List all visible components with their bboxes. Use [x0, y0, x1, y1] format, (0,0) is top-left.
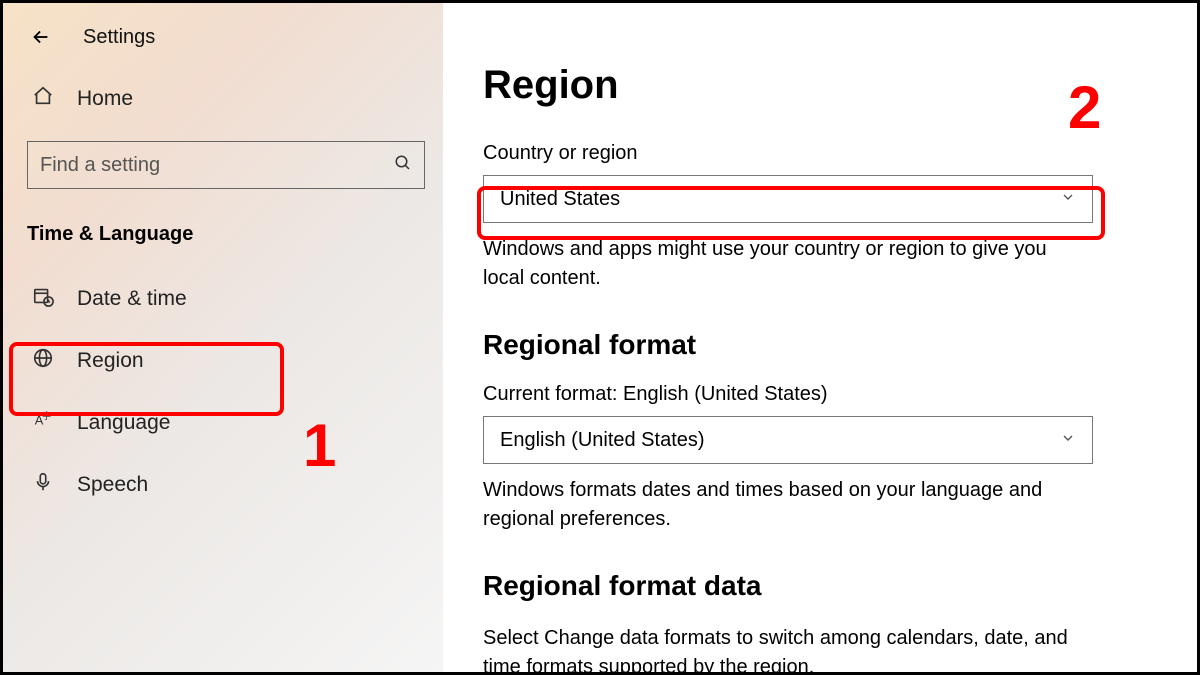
- format-data-description: Select Change data formats to switch amo…: [483, 624, 1093, 672]
- home-icon: [31, 85, 55, 113]
- chevron-down-icon: [1060, 188, 1076, 211]
- sidebar-item-label: Language: [77, 411, 170, 435]
- microphone-icon: [31, 471, 55, 499]
- sidebar-item-label: Region: [77, 349, 144, 373]
- search-icon: [394, 154, 412, 177]
- country-label: Country or region: [483, 142, 1157, 165]
- header-row: Settings: [3, 23, 443, 71]
- home-label: Home: [77, 87, 133, 111]
- back-arrow-icon: [30, 26, 52, 48]
- language-icon: A字: [31, 409, 55, 437]
- sidebar-item-speech[interactable]: Speech: [3, 454, 443, 516]
- page-title: Region: [483, 63, 1157, 108]
- sidebar-item-language[interactable]: A字 Language: [3, 392, 443, 454]
- search-input[interactable]: [40, 154, 394, 177]
- search-box[interactable]: [27, 141, 425, 189]
- calendar-clock-icon: [31, 285, 55, 313]
- regional-format-data-title: Regional format data: [483, 570, 1157, 602]
- sidebar-item-label: Speech: [77, 473, 148, 497]
- format-dropdown[interactable]: English (United States): [483, 416, 1093, 464]
- back-button[interactable]: [27, 23, 55, 51]
- sidebar-item-label: Date & time: [77, 287, 187, 311]
- svg-text:字: 字: [42, 410, 51, 421]
- sidebar-item-region[interactable]: Region: [3, 330, 443, 392]
- country-value: United States: [500, 188, 620, 211]
- window-title: Settings: [83, 26, 155, 49]
- globe-icon: [31, 347, 55, 375]
- country-dropdown[interactable]: United States: [483, 175, 1093, 223]
- sidebar: Settings Home Time & Language Date & tim…: [3, 3, 443, 672]
- country-description: Windows and apps might use your country …: [483, 235, 1093, 293]
- chevron-down-icon: [1060, 429, 1076, 452]
- sidebar-item-date-time[interactable]: Date & time: [3, 268, 443, 330]
- current-format-label: Current format: English (United States): [483, 383, 1157, 406]
- section-title: Time & Language: [3, 217, 443, 268]
- main-content: Region Country or region United States W…: [443, 3, 1197, 672]
- regional-format-title: Regional format: [483, 329, 1157, 361]
- format-value: English (United States): [500, 429, 705, 452]
- format-description: Windows formats dates and times based on…: [483, 476, 1093, 534]
- sidebar-item-home[interactable]: Home: [3, 71, 443, 127]
